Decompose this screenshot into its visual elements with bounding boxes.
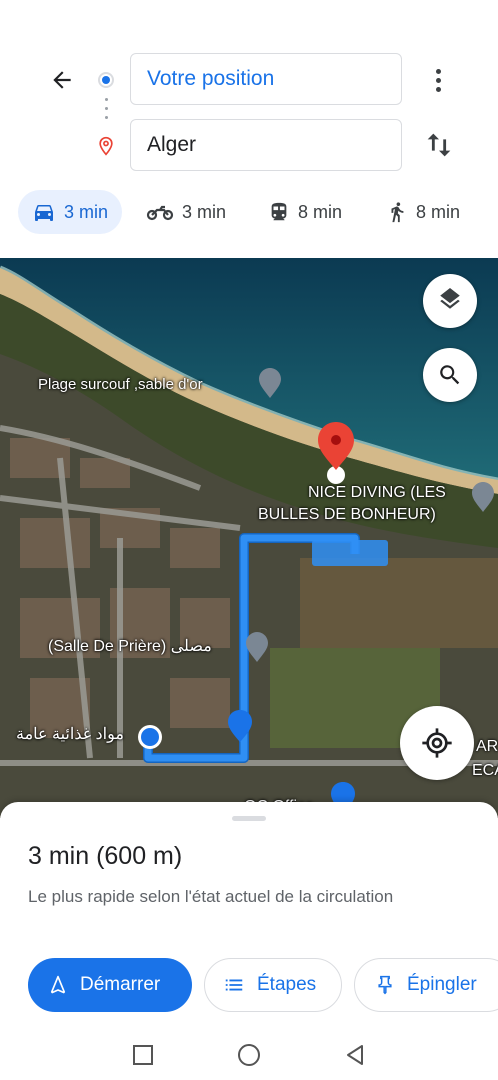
car-icon (35, 205, 53, 221)
motorcycle-icon (146, 205, 174, 221)
poi-label-diving-line1[interactable]: NICE DIVING (LES (308, 484, 446, 502)
origin-dot-icon (98, 72, 114, 88)
route-summary-sheet: 3 min (600 m) Le plus rapide selon l'éta… (0, 802, 498, 1030)
navigation-arrow-icon (50, 975, 66, 994)
poi-label-partial-1: AR (476, 738, 498, 755)
walk-icon (391, 202, 404, 223)
my-location-button[interactable] (400, 706, 474, 780)
mode-transit-label: 8 min (298, 201, 343, 222)
mode-transit[interactable]: 8 min (268, 190, 342, 234)
directions-header: Votre position Alger 3 min 3 min 8 min 8… (0, 0, 498, 258)
mode-motorcycle-label: 3 min (182, 201, 227, 222)
search-icon (440, 365, 460, 385)
crosshair-icon (422, 728, 452, 758)
destination-pin-icon (96, 135, 116, 162)
swap-icon (427, 133, 451, 157)
nav-recents-button[interactable] (130, 1042, 156, 1068)
mode-walk[interactable]: 8 min (386, 190, 460, 234)
poi-label-prayer[interactable]: (Salle De Prière) مصلى (48, 636, 212, 656)
steps-button-label: Étapes (257, 974, 317, 995)
nav-home-button[interactable] (236, 1042, 262, 1068)
map-search-button[interactable] (423, 348, 477, 402)
pin-icon (378, 975, 392, 995)
origin-field-text: Votre position (147, 67, 275, 90)
mode-car-label: 3 min (64, 201, 109, 222)
back-arrow-icon (53, 71, 71, 89)
list-icon (225, 979, 243, 991)
map-view[interactable]: Plage surcouf ,sable d'or NICE DIVING (L… (0, 258, 498, 818)
swap-button[interactable] (422, 128, 456, 162)
route-summary: 3 min (600 m) (28, 842, 183, 870)
mode-car[interactable]: 3 min (18, 190, 123, 234)
pin-button-label: Épingler (407, 974, 477, 995)
travel-modes: 3 min 3 min 8 min 8 min (0, 190, 498, 234)
layers-button[interactable] (423, 274, 477, 328)
mode-motorcycle[interactable]: 3 min (146, 190, 226, 234)
poi-label-beach[interactable]: Plage surcouf ,sable d'or (38, 376, 203, 393)
mode-walk-label: 8 min (416, 201, 461, 222)
transit-icon (271, 202, 287, 221)
back-button[interactable] (44, 62, 80, 98)
layers-icon (440, 288, 460, 309)
origin-field[interactable]: Votre position (130, 53, 402, 105)
steps-button[interactable]: Étapes (204, 958, 342, 1012)
pin-button[interactable]: Épingler (354, 958, 498, 1012)
poi-label-food[interactable]: مواد غذائية عامة (16, 724, 124, 744)
square-icon (133, 1045, 153, 1065)
start-button-label: Démarrer (80, 974, 161, 995)
destination-field-text: Alger (147, 133, 197, 156)
start-button[interactable]: Démarrer (28, 958, 192, 1012)
poi-label-partial-2: ECA (472, 762, 498, 779)
more-options-button[interactable] (424, 62, 452, 98)
route-description: Le plus rapide selon l'état actuel de la… (28, 887, 394, 906)
sheet-handle[interactable] (232, 816, 266, 821)
triangle-back-icon (347, 1045, 363, 1065)
destination-field[interactable]: Alger (130, 119, 402, 171)
nav-back-button[interactable] (342, 1042, 368, 1068)
circle-icon (238, 1044, 260, 1066)
poi-label-diving-line2[interactable]: BULLES DE BONHEUR) (258, 506, 436, 524)
system-nav-bar (0, 1030, 498, 1080)
route-connector (105, 98, 108, 125)
